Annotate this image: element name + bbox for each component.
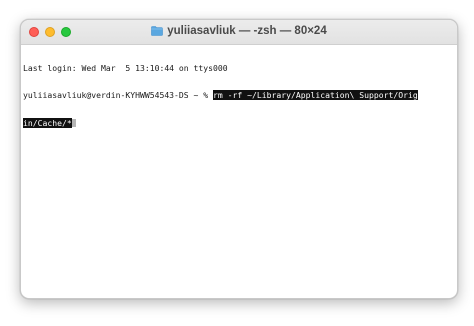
command-line-wrap: in/Cache/* — [23, 118, 453, 129]
text-cursor — [71, 119, 77, 128]
shell-prompt: yuliiasavliuk@verdin-KYHWW54543-DS ~ % — [23, 90, 214, 101]
command-line: yuliiasavliuk@verdin-KYHWW54543-DS ~ % r… — [23, 90, 453, 101]
selected-command-part2[interactable]: in/Cache/* — [23, 118, 72, 129]
folder-icon — [151, 26, 164, 36]
terminal-window: yuliiasavliuk — -zsh — 80×24 Last login:… — [20, 19, 458, 299]
title-bar[interactable]: yuliiasavliuk — -zsh — 80×24 — [21, 20, 457, 45]
selected-command-part1[interactable]: rm -rf ~/Library/Application\ Support/Or… — [213, 90, 418, 101]
window-title: yuliiasavliuk — -zsh — 80×24 — [21, 25, 457, 37]
window-title-text: yuliiasavliuk — -zsh — 80×24 — [167, 25, 327, 37]
terminal-output[interactable]: Last login: Wed Mar 5 13:10:44 on ttys00… — [23, 45, 453, 298]
last-login-line: Last login: Wed Mar 5 13:10:44 on ttys00… — [23, 62, 228, 73]
